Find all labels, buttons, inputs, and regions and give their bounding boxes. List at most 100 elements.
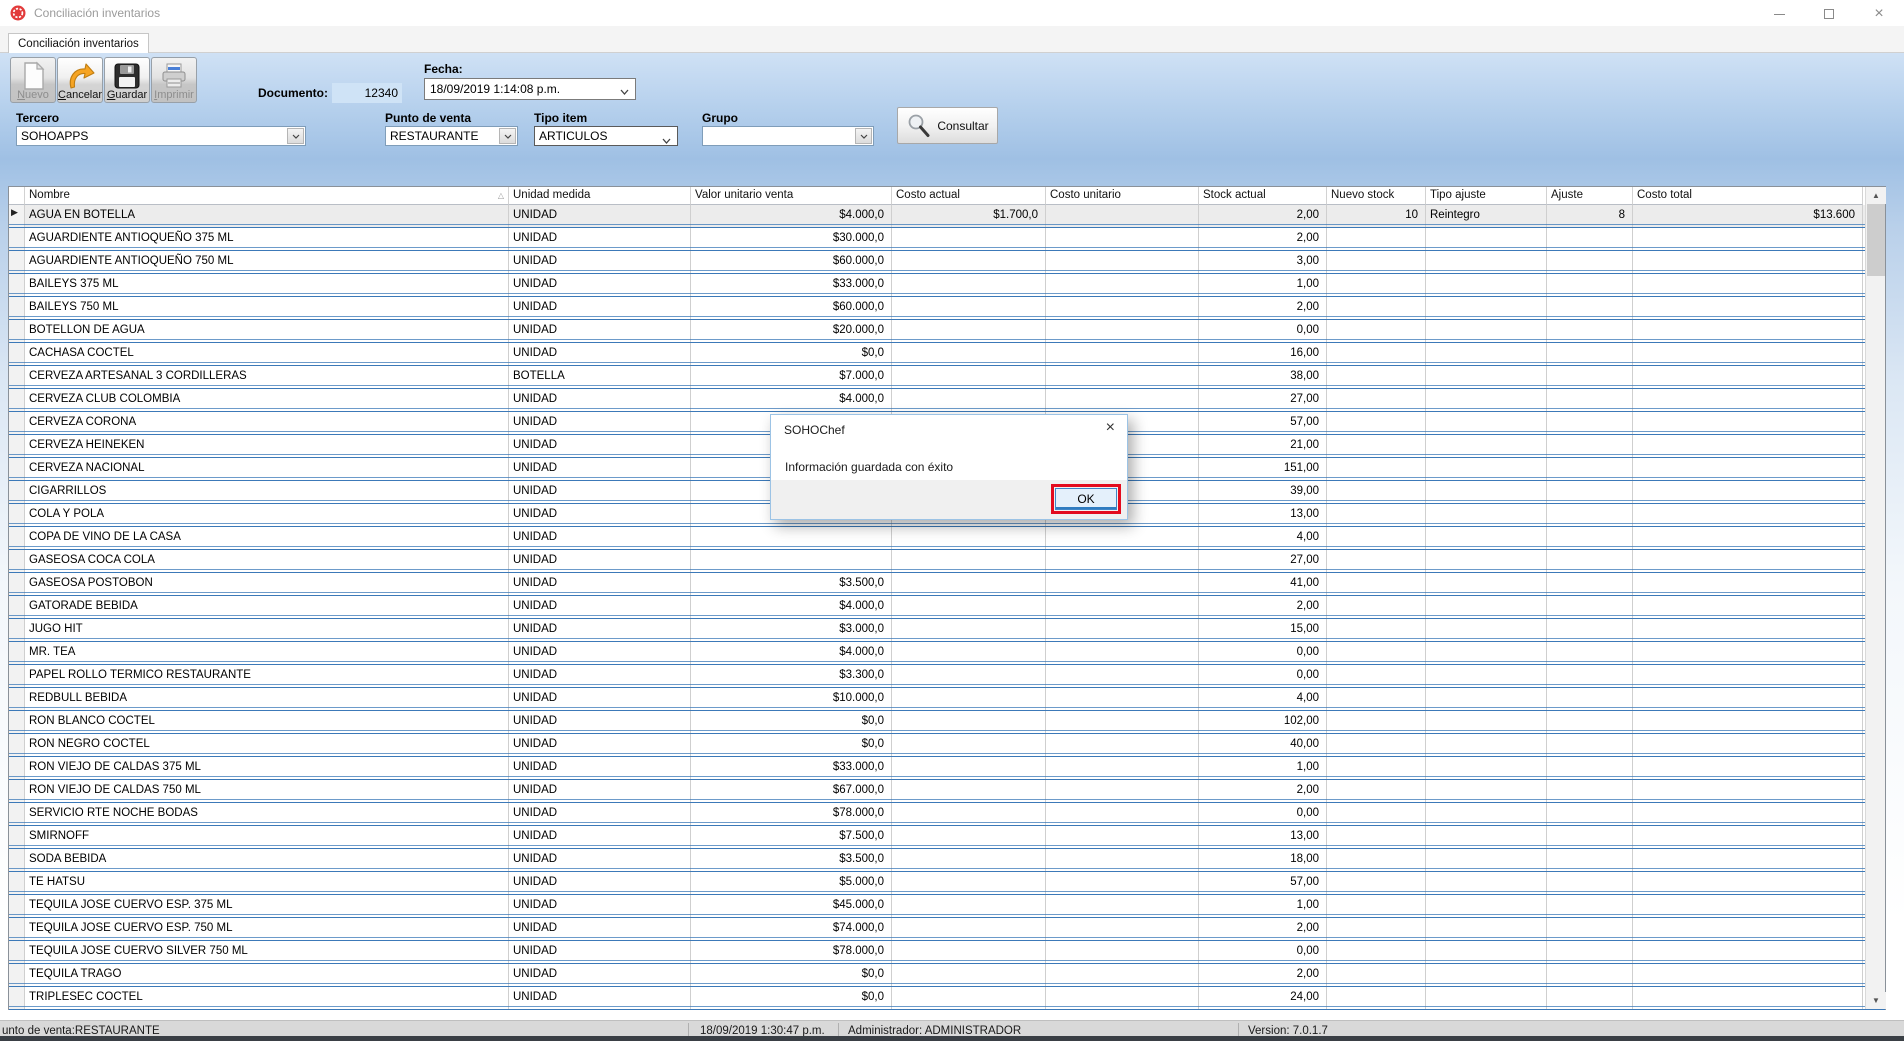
table-cell[interactable]: $4.000,0 — [691, 596, 892, 618]
maximize-button[interactable] — [1804, 0, 1854, 28]
table-cell[interactable] — [1426, 849, 1547, 871]
table-cell[interactable] — [892, 803, 1046, 825]
table-cell[interactable] — [892, 550, 1046, 572]
table-cell[interactable]: RON BLANCO COCTEL — [25, 711, 509, 733]
guardar-button[interactable]: Guardar — [104, 57, 150, 103]
table-cell[interactable]: CIGARRILLOS — [25, 481, 509, 503]
table-cell[interactable] — [892, 274, 1046, 296]
table-cell[interactable] — [1046, 757, 1199, 779]
table-row[interactable]: RON NEGRO COCTELUNIDAD$0,040,00 — [9, 734, 1885, 757]
table-cell[interactable] — [892, 596, 1046, 618]
table-cell[interactable] — [892, 941, 1046, 963]
table-cell[interactable] — [892, 573, 1046, 595]
table-cell[interactable]: 0,00 — [1199, 642, 1327, 664]
table-cell[interactable]: GASEOSA COCA COLA — [25, 550, 509, 572]
table-cell[interactable] — [892, 228, 1046, 250]
table-row[interactable]: JUGO HITUNIDAD$3.000,015,00 — [9, 619, 1885, 642]
row-selector[interactable] — [9, 964, 25, 986]
row-selector[interactable] — [9, 389, 25, 411]
documento-field[interactable]: 12340 — [332, 83, 402, 103]
nuevo-button[interactable]: Nuevo — [10, 57, 56, 103]
table-cell[interactable]: 13,00 — [1199, 826, 1327, 848]
table-row[interactable]: TEQUILA JOSE CUERVO ESP. 375 MLUNIDAD$45… — [9, 895, 1885, 918]
table-cell[interactable] — [1547, 251, 1633, 273]
table-cell[interactable] — [1547, 527, 1633, 549]
table-cell[interactable]: UNIDAD — [509, 274, 691, 296]
table-cell[interactable] — [1046, 780, 1199, 802]
table-cell[interactable] — [1046, 734, 1199, 756]
table-cell[interactable] — [1046, 596, 1199, 618]
table-cell[interactable] — [1426, 757, 1547, 779]
table-cell[interactable] — [1547, 895, 1633, 917]
table-cell[interactable]: 2,00 — [1199, 228, 1327, 250]
row-selector[interactable] — [9, 458, 25, 480]
table-cell[interactable] — [892, 895, 1046, 917]
table-cell[interactable] — [892, 343, 1046, 365]
table-cell[interactable] — [1046, 941, 1199, 963]
table-cell[interactable] — [1327, 366, 1426, 388]
row-selector[interactable] — [9, 573, 25, 595]
table-cell[interactable]: $3.500,0 — [691, 849, 892, 871]
table-cell[interactable]: PAPEL ROLLO TERMICO RESTAURANTE — [25, 665, 509, 687]
table-cell[interactable] — [1426, 665, 1547, 687]
table-cell[interactable]: 1,00 — [1199, 274, 1327, 296]
table-cell[interactable] — [1426, 803, 1547, 825]
tab-conciliacion-inventarios[interactable]: Conciliación inventarios — [8, 33, 149, 54]
table-cell[interactable]: AGUA EN BOTELLA — [25, 205, 509, 227]
table-cell[interactable] — [892, 918, 1046, 940]
table-cell[interactable]: TEQUILA JOSE CUERVO ESP. 750 ML — [25, 918, 509, 940]
table-cell[interactable]: 41,00 — [1199, 573, 1327, 595]
table-cell[interactable]: 151,00 — [1199, 458, 1327, 480]
table-cell[interactable] — [1633, 458, 1863, 480]
table-cell[interactable]: UNIDAD — [509, 826, 691, 848]
table-cell[interactable]: UNIDAD — [509, 251, 691, 273]
chevron-down-icon[interactable] — [499, 128, 516, 144]
table-cell[interactable] — [1547, 665, 1633, 687]
table-cell[interactable] — [1327, 849, 1426, 871]
table-cell[interactable] — [1426, 964, 1547, 986]
table-cell[interactable] — [691, 527, 892, 549]
row-selector[interactable] — [9, 665, 25, 687]
table-cell[interactable]: 2,00 — [1199, 205, 1327, 227]
table-cell[interactable] — [1633, 504, 1863, 526]
row-selector[interactable] — [9, 803, 25, 825]
table-row[interactable]: GATORADE BEBIDAUNIDAD$4.000,02,00 — [9, 596, 1885, 619]
vertical-scrollbar[interactable]: ▲ ▼ — [1865, 187, 1885, 1009]
table-row[interactable]: RON VIEJO DE CALDAS 375 MLUNIDAD$33.000,… — [9, 757, 1885, 780]
column-header[interactable]: Unidad medida — [509, 187, 691, 205]
table-cell[interactable] — [1633, 964, 1863, 986]
table-cell[interactable] — [1046, 872, 1199, 894]
column-header[interactable]: Nuevo stock — [1327, 187, 1426, 205]
table-cell[interactable] — [1547, 458, 1633, 480]
table-cell[interactable]: $5.000,0 — [691, 872, 892, 894]
table-cell[interactable] — [1426, 895, 1547, 917]
row-selector[interactable] — [9, 688, 25, 710]
table-cell[interactable] — [1327, 527, 1426, 549]
row-selector[interactable] — [9, 895, 25, 917]
table-cell[interactable]: TEQUILA TRAGO — [25, 964, 509, 986]
row-selector[interactable] — [9, 320, 25, 342]
table-cell[interactable]: 57,00 — [1199, 872, 1327, 894]
row-selector[interactable] — [9, 297, 25, 319]
table-cell[interactable] — [1547, 481, 1633, 503]
table-cell[interactable] — [1426, 734, 1547, 756]
table-cell[interactable]: UNIDAD — [509, 964, 691, 986]
row-selector[interactable] — [9, 274, 25, 296]
table-row[interactable]: CERVEZA ARTESANAL 3 CORDILLERASBOTELLA$7… — [9, 366, 1885, 389]
table-cell[interactable]: UNIDAD — [509, 780, 691, 802]
table-cell[interactable]: GASEOSA POSTOBON — [25, 573, 509, 595]
table-cell[interactable] — [1547, 389, 1633, 411]
table-cell[interactable] — [1633, 688, 1863, 710]
table-cell[interactable]: UNIDAD — [509, 596, 691, 618]
table-cell[interactable] — [1633, 918, 1863, 940]
table-cell[interactable]: CACHASA COCTEL — [25, 343, 509, 365]
table-cell[interactable] — [691, 550, 892, 572]
table-cell[interactable]: 3,00 — [1199, 251, 1327, 273]
table-cell[interactable] — [1426, 688, 1547, 710]
table-row[interactable]: BAILEYS 750 MLUNIDAD$60.000,02,00 — [9, 297, 1885, 320]
table-cell[interactable]: UNIDAD — [509, 872, 691, 894]
table-cell[interactable]: UNIDAD — [509, 343, 691, 365]
table-cell[interactable] — [1426, 826, 1547, 848]
table-cell[interactable]: 24,00 — [1199, 987, 1327, 1009]
table-cell[interactable]: $4.000,0 — [691, 205, 892, 227]
